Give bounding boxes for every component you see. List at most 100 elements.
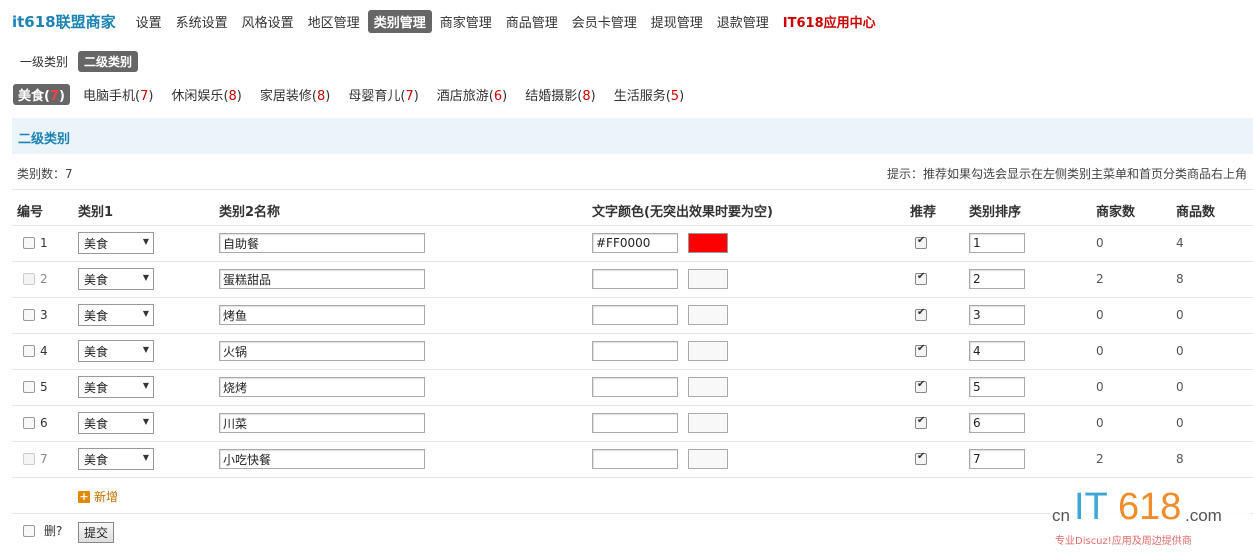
recommend-checkbox[interactable]: [915, 235, 927, 249]
category-pill[interactable]: 酒店旅游(6): [432, 84, 512, 105]
delete-toggle: 删?: [23, 522, 62, 539]
cat1-select[interactable]: 美食: [78, 268, 154, 290]
category-pill[interactable]: 生活服务(5): [609, 84, 689, 105]
cat1-value: 美食: [84, 272, 109, 287]
cat1-select[interactable]: 美食: [78, 304, 154, 326]
nav-item-refund[interactable]: 退款管理: [711, 10, 775, 33]
cat1-select[interactable]: 美食: [78, 448, 154, 470]
nav-item-product[interactable]: 商品管理: [500, 10, 564, 33]
sort-input[interactable]: 3: [969, 305, 1025, 325]
recommend-checkbox[interactable]: [915, 451, 927, 465]
color-input[interactable]: [592, 269, 678, 289]
cat1-select[interactable]: 美食: [78, 232, 154, 254]
color-swatch[interactable]: [688, 269, 728, 289]
nav-item-region[interactable]: 地区管理: [302, 10, 366, 33]
cat1-value: 美食: [84, 308, 109, 323]
logo-slogan: 专业Discuz!应用及周边提供商: [1055, 536, 1192, 547]
category-pill[interactable]: 母婴育儿(7): [343, 84, 423, 105]
row-delete-checkbox[interactable]: [23, 345, 35, 357]
name-input[interactable]: 蛋糕甜品: [219, 269, 425, 289]
row-delete-checkbox[interactable]: [23, 273, 35, 285]
name-input[interactable]: 小吃快餐: [219, 449, 425, 469]
nav-item-settings[interactable]: 设置: [130, 10, 168, 33]
color-swatch[interactable]: [688, 341, 728, 361]
recommend-checkbox[interactable]: [915, 415, 927, 429]
delete-all-checkbox[interactable]: [23, 524, 35, 537]
category-count: 7: [49, 89, 60, 104]
row-delete-checkbox[interactable]: [23, 309, 35, 321]
nav-item-merchant[interactable]: 商家管理: [434, 10, 498, 33]
product-count: 8: [1176, 452, 1184, 466]
name-input[interactable]: 自助餐: [219, 233, 425, 253]
nav-item-app-center[interactable]: IT618应用中心: [777, 10, 882, 33]
row-delete-checkbox[interactable]: [23, 417, 35, 429]
brand-title[interactable]: it618联盟商家: [12, 11, 116, 32]
nav-item-style-settings[interactable]: 风格设置: [236, 10, 300, 33]
table-row: 1 美食 自助餐 #FF0000 1 0 4: [12, 225, 1253, 261]
recommend-checkbox[interactable]: [915, 271, 927, 285]
header-color: 文字颜色(无突出效果时要为空): [592, 205, 773, 220]
watermark-logo: cn IT 618 .com 专业Discuz!应用及周边提供商: [1050, 486, 1250, 550]
merchant-count: 0: [1096, 416, 1104, 430]
recommend-checkbox[interactable]: [915, 379, 927, 393]
category-pill[interactable]: 家居装修(8): [255, 84, 335, 105]
category-count: 7: [405, 89, 414, 104]
color-swatch[interactable]: [688, 305, 728, 325]
name-input[interactable]: 烧烤: [219, 377, 425, 397]
category-pill[interactable]: 电脑手机(7): [78, 84, 158, 105]
sort-input[interactable]: 7: [969, 449, 1025, 469]
nav-item-member-card[interactable]: 会员卡管理: [566, 10, 643, 33]
sort-input[interactable]: 6: [969, 413, 1025, 433]
color-input[interactable]: [592, 413, 678, 433]
name-input[interactable]: 川菜: [219, 413, 425, 433]
recommend-checkbox[interactable]: [915, 307, 927, 321]
section-header: 二级类别: [12, 118, 1253, 154]
recommend-checkbox[interactable]: [915, 343, 927, 357]
color-input[interactable]: #FF0000: [592, 233, 678, 253]
color-swatch[interactable]: [688, 449, 728, 469]
category-count-label: 类别数：7: [17, 167, 73, 181]
logo-com: .com: [1185, 506, 1222, 525]
row-id: 7: [40, 452, 48, 466]
nav-item-category[interactable]: 类别管理: [367, 9, 432, 33]
sort-input[interactable]: 5: [969, 377, 1025, 397]
category-pill[interactable]: 结婚摄影(8): [520, 84, 600, 105]
merchant-count: 2: [1096, 272, 1104, 286]
nav-item-withdraw[interactable]: 提现管理: [645, 10, 709, 33]
nav-item-system-settings[interactable]: 系统设置: [170, 10, 234, 33]
color-input[interactable]: [592, 341, 678, 361]
category-pill[interactable]: 休闲娱乐(8): [166, 84, 246, 105]
table-row: 6 美食 川菜 6 0 0: [12, 405, 1253, 441]
header-merchants: 商家数: [1096, 205, 1136, 220]
section-title: 二级类别: [18, 132, 71, 147]
color-swatch[interactable]: [688, 377, 728, 397]
sort-input[interactable]: 1: [969, 233, 1025, 253]
category-count: 8: [228, 89, 237, 104]
add-new-button[interactable]: + 新增: [78, 488, 118, 505]
category-count: 7: [140, 89, 149, 104]
cat1-select[interactable]: 美食: [78, 340, 154, 362]
cat1-select[interactable]: 美食: [78, 376, 154, 398]
sort-input[interactable]: 2: [969, 269, 1025, 289]
category-name: 母婴育儿: [348, 89, 401, 104]
tab-level2[interactable]: 二级类别: [78, 51, 139, 72]
submit-button[interactable]: 提交: [78, 522, 114, 543]
name-input[interactable]: 火锅: [219, 341, 425, 361]
cat1-value: 美食: [84, 452, 109, 467]
row-delete-checkbox[interactable]: [23, 453, 35, 465]
cat1-select[interactable]: 美食: [78, 412, 154, 434]
tab-level1[interactable]: 一级类别: [14, 51, 74, 72]
color-input[interactable]: [592, 449, 678, 469]
row-delete-checkbox[interactable]: [23, 237, 35, 249]
color-input[interactable]: [592, 377, 678, 397]
color-input[interactable]: [592, 305, 678, 325]
logo-it: IT: [1074, 486, 1108, 528]
category-pill[interactable]: 美食(7): [13, 84, 70, 105]
color-swatch[interactable]: [688, 413, 728, 433]
category-count: 5: [670, 89, 680, 104]
sort-input[interactable]: 4: [969, 341, 1025, 361]
row-delete-checkbox[interactable]: [23, 381, 35, 393]
product-count: 0: [1176, 380, 1184, 394]
name-input[interactable]: 烤鱼: [219, 305, 425, 325]
color-swatch[interactable]: [688, 233, 728, 253]
